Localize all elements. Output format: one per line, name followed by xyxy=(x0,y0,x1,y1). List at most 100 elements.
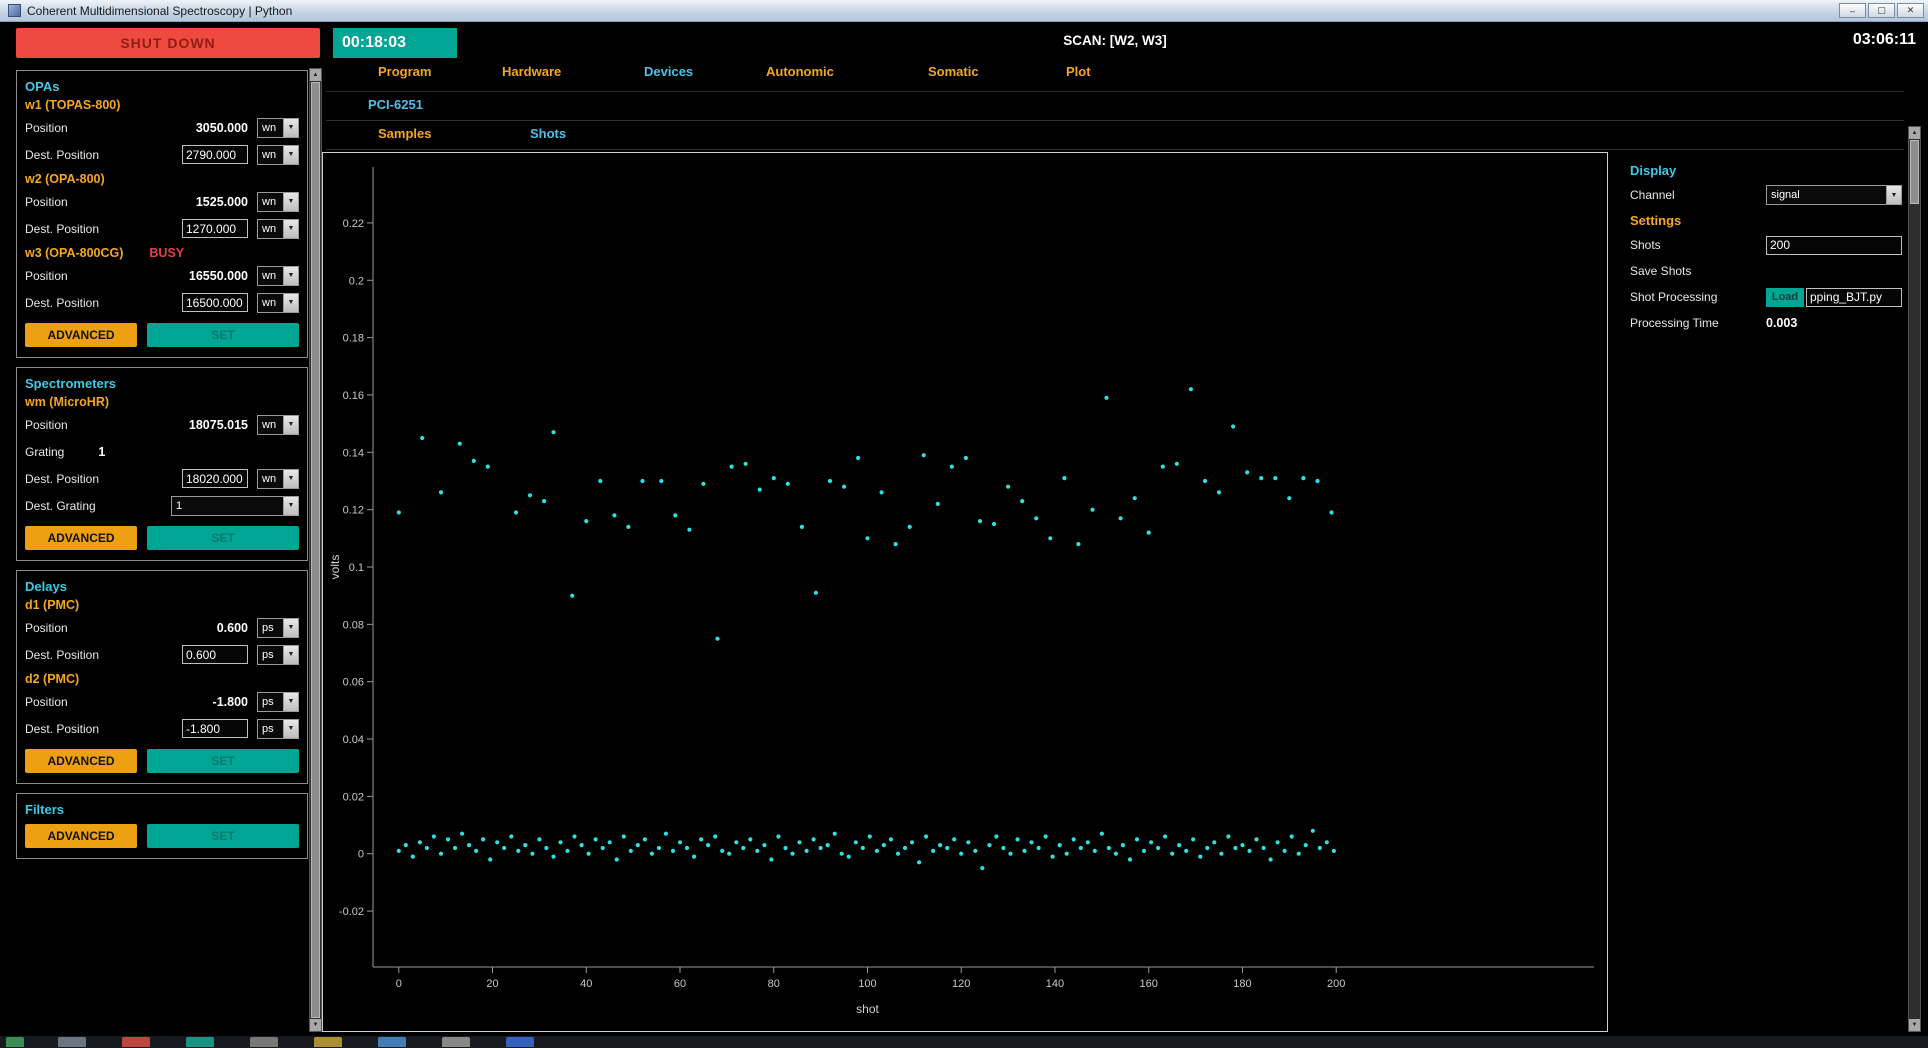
maximize-button[interactable]: ▢ xyxy=(1868,3,1895,18)
d2-position-row: Position -1.800 ps ▼ xyxy=(25,688,299,715)
wm-dest-input[interactable] xyxy=(182,469,248,488)
delays-advanced-button[interactable]: ADVANCED xyxy=(25,749,137,773)
d1-dest-units-dropdown[interactable]: ps ▼ xyxy=(257,644,299,665)
sidebar-scrollbar-thumb[interactable] xyxy=(311,82,320,1018)
taskbar-icon[interactable] xyxy=(314,1037,342,1047)
tab-autonomic[interactable]: Autonomic xyxy=(766,64,834,79)
d2-units-dropdown[interactable]: ps ▼ xyxy=(257,691,299,712)
svg-text:160: 160 xyxy=(1140,978,1158,990)
close-button[interactable]: ✕ xyxy=(1897,3,1924,18)
w2-dest-input[interactable] xyxy=(182,219,248,238)
hardware-name-w2: w2 (OPA-800) xyxy=(25,172,105,186)
channel-row: Channel signal ▼ xyxy=(1630,182,1902,208)
main-scrollbar-thumb[interactable] xyxy=(1910,140,1919,204)
wm-dest-grating-dropdown[interactable]: 1 ▼ xyxy=(171,495,299,516)
taskbar-icon[interactable] xyxy=(506,1037,534,1047)
svg-text:shot: shot xyxy=(856,1002,879,1016)
taskbar-icon[interactable] xyxy=(250,1037,278,1047)
scroll-down-icon[interactable]: ▼ xyxy=(310,1019,321,1031)
spectrometers-advanced-button[interactable]: ADVANCED xyxy=(25,526,137,550)
load-button[interactable]: Load xyxy=(1766,287,1804,307)
chevron-down-icon: ▼ xyxy=(283,293,298,312)
shutdown-button[interactable]: SHUT DOWN xyxy=(16,28,320,58)
save-shots-row: Save Shots xyxy=(1630,258,1902,284)
scroll-up-icon[interactable]: ▲ xyxy=(310,69,321,81)
minimize-button[interactable]: – xyxy=(1839,3,1866,18)
section-spectrometers: Spectrometers wm (MicroHR) Position 1807… xyxy=(16,367,308,561)
tab-hardware[interactable]: Hardware xyxy=(502,64,561,79)
tab-shots[interactable]: Shots xyxy=(530,126,566,141)
d1-position-value: 0.600 xyxy=(216,620,248,635)
hardware-name-w1: w1 (TOPAS-800) xyxy=(25,98,121,112)
hardware-name-w3: w3 (OPA-800CG) xyxy=(25,246,124,260)
taskbar-icon[interactable] xyxy=(186,1037,214,1047)
shot-processing-input[interactable] xyxy=(1806,287,1902,307)
position-label: Position xyxy=(25,120,68,135)
shots-input[interactable] xyxy=(1766,235,1902,255)
w3-units-dropdown[interactable]: wn ▼ xyxy=(257,265,299,286)
svg-text:0.16: 0.16 xyxy=(343,390,364,402)
filters-set-button[interactable]: SET xyxy=(147,824,299,848)
tab-samples[interactable]: Samples xyxy=(378,126,431,141)
svg-text:80: 80 xyxy=(768,978,780,990)
display-panel-title: Display xyxy=(1630,162,1677,178)
w2-dest-units-dropdown[interactable]: wn ▼ xyxy=(257,218,299,239)
w3-dest-input[interactable] xyxy=(182,293,248,312)
shots-scatter-plot[interactable]: 0.22 0.2 0.18 0.16 0.14 0.12 0.1 0.08 0.06 0.04 0.… xyxy=(322,152,1608,1032)
w3-position-row: Position 16550.000 wn ▼ xyxy=(25,262,299,289)
chevron-down-icon: ▼ xyxy=(1886,186,1901,204)
chevron-down-icon: ▼ xyxy=(283,692,298,711)
delays-set-button[interactable]: SET xyxy=(147,749,299,773)
wm-dest-units-dropdown[interactable]: wn ▼ xyxy=(257,468,299,489)
taskbar-icon[interactable] xyxy=(6,1037,24,1047)
svg-text:40: 40 xyxy=(580,978,592,990)
hardware-name-wm: wm (MicroHR) xyxy=(25,395,110,409)
opas-advanced-button[interactable]: ADVANCED xyxy=(25,323,137,347)
svg-text:180: 180 xyxy=(1233,978,1251,990)
settings-title: Settings xyxy=(1630,212,1682,228)
w3-position-value: 16550.000 xyxy=(188,268,248,283)
sidebar-scrollbar[interactable]: ▲ ▼ xyxy=(309,68,322,1032)
taskbar xyxy=(0,1036,1928,1048)
main-scrollbar[interactable]: ▲ ▼ xyxy=(1908,126,1921,1032)
opas-set-button[interactable]: SET xyxy=(147,323,299,347)
scroll-up-icon[interactable]: ▲ xyxy=(1909,127,1920,139)
filters-advanced-button[interactable]: ADVANCED xyxy=(25,824,137,848)
wm-dest-grating-row: Dest. Grating 1 ▼ xyxy=(25,492,299,519)
shot-processing-row: Shot Processing Load xyxy=(1630,284,1902,310)
w1-dest-input[interactable] xyxy=(182,145,248,164)
wm-units-dropdown[interactable]: wn ▼ xyxy=(257,414,299,435)
tab-plot[interactable]: Plot xyxy=(1066,64,1091,79)
tab-pci-6251[interactable]: PCI-6251 xyxy=(368,97,423,112)
w2-position-row: Position 1525.000 wn ▼ xyxy=(25,188,299,215)
section-title-filters: Filters xyxy=(25,802,65,817)
svg-text:0: 0 xyxy=(396,978,402,990)
w2-dest-row: Dest. Position wn ▼ xyxy=(25,215,299,242)
d1-dest-input[interactable] xyxy=(182,645,248,664)
processing-time-row: Processing Time 0.003 xyxy=(1630,310,1902,336)
spectrometers-set-button[interactable]: SET xyxy=(147,526,299,550)
svg-text:0.12: 0.12 xyxy=(343,505,364,517)
channel-dropdown[interactable]: signal ▼ xyxy=(1766,185,1902,205)
w1-dest-units-dropdown[interactable]: wn ▼ xyxy=(257,144,299,165)
tab-program[interactable]: Program xyxy=(378,64,431,79)
tab-somatic[interactable]: Somatic xyxy=(928,64,979,79)
d1-units-dropdown[interactable]: ps ▼ xyxy=(257,617,299,638)
scroll-down-icon[interactable]: ▼ xyxy=(1909,1019,1920,1031)
processing-time-value: 0.003 xyxy=(1766,316,1798,330)
d2-dest-units-dropdown[interactable]: ps ▼ xyxy=(257,718,299,739)
svg-text:0.14: 0.14 xyxy=(343,447,364,459)
taskbar-icon[interactable] xyxy=(378,1037,406,1047)
d2-dest-input[interactable] xyxy=(182,719,248,738)
taskbar-icon[interactable] xyxy=(122,1037,150,1047)
w1-units-dropdown[interactable]: wn ▼ xyxy=(257,117,299,138)
chevron-down-icon: ▼ xyxy=(283,192,298,211)
w3-dest-units-dropdown[interactable]: wn ▼ xyxy=(257,292,299,313)
taskbar-icon[interactable] xyxy=(442,1037,470,1047)
tab-devices[interactable]: Devices xyxy=(644,64,693,79)
taskbar-icon[interactable] xyxy=(58,1037,86,1047)
svg-text:volts: volts xyxy=(328,555,342,580)
w2-units-dropdown[interactable]: wn ▼ xyxy=(257,191,299,212)
chevron-down-icon: ▼ xyxy=(283,469,298,488)
chevron-down-icon: ▼ xyxy=(283,415,298,434)
